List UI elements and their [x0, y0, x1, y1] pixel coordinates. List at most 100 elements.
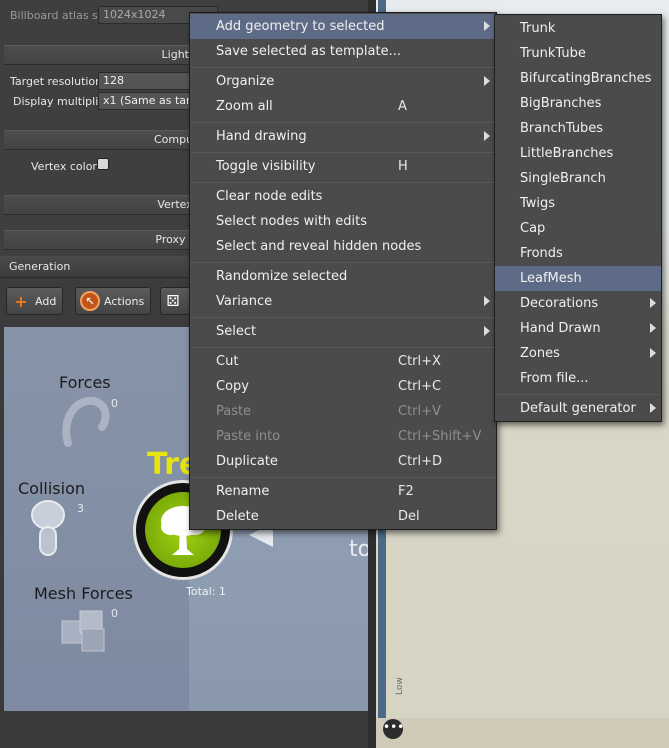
submenu-arrow-icon: [484, 21, 490, 31]
submenu-item-label: Zones: [520, 346, 560, 361]
submenu-item-from-file[interactable]: From file...: [495, 366, 661, 391]
menu-item-save-template[interactable]: Save selected as template...: [190, 39, 496, 64]
menu-item-shortcut: Ctrl+Shift+V: [398, 429, 482, 444]
submenu-item-decorations[interactable]: Decorations: [495, 291, 661, 316]
menu-item-shortcut: Ctrl+V: [398, 404, 441, 419]
submenu-item-little-branches[interactable]: LittleBranches: [495, 141, 661, 166]
magnet-icon[interactable]: [54, 393, 114, 451]
menu-item-label: Variance: [216, 294, 273, 309]
collision-capsule-icon[interactable]: [30, 497, 74, 561]
submenu-item-zones[interactable]: Zones: [495, 341, 661, 366]
collision-node-label: Collision: [18, 479, 86, 498]
actions-button[interactable]: ↖ Actions: [75, 287, 152, 315]
menu-separator: [191, 182, 495, 183]
menu-item-shortcut: Ctrl+D: [398, 454, 443, 469]
submenu-item-leafmesh[interactable]: LeafMesh: [495, 266, 661, 291]
submenu-item-label: LeafMesh: [520, 271, 582, 286]
menu-item-label: Organize: [216, 74, 275, 89]
tree-total-label: Total: 1: [186, 585, 226, 598]
menu-item-add-geometry[interactable]: Add geometry to selected: [190, 14, 496, 39]
submenu-item-label: Cap: [520, 221, 546, 236]
collision-node-count: 3: [77, 502, 84, 515]
menu-item-label: Clear node edits: [216, 189, 323, 204]
menu-item-label: Copy: [216, 379, 249, 394]
add-button-label: Add: [35, 294, 57, 308]
menu-item-label: Zoom all: [216, 99, 273, 114]
menu-item-delete[interactable]: Delete Del: [190, 504, 496, 529]
menu-item-label: Toggle visibility: [216, 159, 316, 174]
menu-item-clear-node-edits[interactable]: Clear node edits: [190, 184, 496, 209]
menu-item-paste: Paste Ctrl+V: [190, 399, 496, 424]
add-button[interactable]: + Add: [6, 287, 64, 315]
menu-item-label: Select and reveal hidden nodes: [216, 239, 422, 254]
submenu-item-default-generator[interactable]: Default generator: [495, 396, 661, 421]
menu-item-select-reveal-hidden[interactable]: Select and reveal hidden nodes: [190, 234, 496, 259]
submenu-item-label: Default generator: [520, 401, 636, 416]
submenu-item-single-branch[interactable]: SingleBranch: [495, 166, 661, 191]
menu-separator: [191, 477, 495, 478]
menu-item-select-nodes-with-edits[interactable]: Select nodes with edits: [190, 209, 496, 234]
submenu-item-label: Hand Drawn: [520, 321, 601, 336]
submenu-arrow-icon: [650, 323, 656, 333]
menu-item-label: Duplicate: [216, 454, 278, 469]
submenu-arrow-icon: [484, 131, 490, 141]
submenu-item-trunk[interactable]: Trunk: [495, 16, 661, 41]
menu-item-shortcut: Ctrl+C: [398, 379, 442, 394]
menu-item-label: Select: [216, 324, 257, 339]
more-options-icon[interactable]: •••: [383, 719, 404, 739]
randomize-button[interactable]: ⚄: [160, 287, 192, 315]
menu-item-label: Delete: [216, 509, 259, 524]
menu-separator: [191, 67, 495, 68]
submenu-item-branch-tubes[interactable]: BranchTubes: [495, 116, 661, 141]
menu-item-duplicate[interactable]: Duplicate Ctrl+D: [190, 449, 496, 474]
submenu-item-fronds[interactable]: Fronds: [495, 241, 661, 266]
mesh-cubes-icon[interactable]: [56, 607, 116, 657]
menu-separator: [191, 262, 495, 263]
submenu-arrow-icon: [484, 326, 490, 336]
mesh-forces-node-label: Mesh Forces: [34, 584, 133, 603]
menu-separator: [191, 122, 495, 123]
submenu-item-label: LittleBranches: [520, 146, 614, 161]
menu-item-shortcut: Del: [398, 509, 420, 524]
menu-item-toggle-visibility[interactable]: Toggle visibility H: [190, 154, 496, 179]
menu-item-hand-drawing[interactable]: Hand drawing: [190, 124, 496, 149]
submenu-item-twigs[interactable]: Twigs: [495, 191, 661, 216]
actions-button-label: Actions: [104, 294, 145, 308]
menu-separator: [496, 394, 660, 395]
submenu-item-label: From file...: [520, 371, 589, 386]
submenu-item-trunktube[interactable]: TrunkTube: [495, 41, 661, 66]
menu-item-cut[interactable]: Cut Ctrl+X: [190, 349, 496, 374]
submenu-arrow-icon: [484, 76, 490, 86]
menu-item-label: Randomize selected: [216, 269, 348, 284]
menu-item-shortcut: Ctrl+X: [398, 354, 441, 369]
vertex-colors-checkbox[interactable]: [97, 158, 109, 170]
submenu-item-cap[interactable]: Cap: [495, 216, 661, 241]
submenu-item-bifurcating-branches[interactable]: BifurcatingBranches: [495, 66, 661, 91]
menu-item-rename[interactable]: Rename F2: [190, 479, 496, 504]
add-geometry-submenu: Trunk TrunkTube BifurcatingBranches BigB…: [494, 14, 662, 422]
menu-item-copy[interactable]: Copy Ctrl+C: [190, 374, 496, 399]
forces-node-label: Forces: [59, 373, 111, 392]
menu-item-paste-into: Paste into Ctrl+Shift+V: [190, 424, 496, 449]
menu-item-label: Rename: [216, 484, 270, 499]
cursor-icon: ↖: [80, 291, 100, 311]
menu-item-organize[interactable]: Organize: [190, 69, 496, 94]
menu-item-randomize-selected[interactable]: Randomize selected: [190, 264, 496, 289]
menu-item-select[interactable]: Select: [190, 319, 496, 344]
vertex-colors-label: Vertex colors: [31, 159, 103, 173]
menu-item-zoom-all[interactable]: Zoom all A: [190, 94, 496, 119]
context-menu: Add geometry to selected Save selected a…: [189, 12, 497, 530]
menu-item-label: Add geometry to selected: [216, 19, 385, 34]
menu-item-label: Paste: [216, 404, 252, 419]
submenu-item-hand-drawn[interactable]: Hand Drawn: [495, 316, 661, 341]
menu-item-variance[interactable]: Variance: [190, 289, 496, 314]
submenu-item-label: BranchTubes: [520, 121, 604, 136]
dice-icon: ⚄: [166, 292, 180, 310]
submenu-item-label: Fronds: [520, 246, 563, 261]
menu-item-shortcut: A: [398, 99, 407, 114]
menu-separator: [191, 317, 495, 318]
submenu-arrow-icon: [650, 403, 656, 413]
menu-separator: [191, 347, 495, 348]
submenu-item-big-branches[interactable]: BigBranches: [495, 91, 661, 116]
display-multiplier-label: Display multiplier: [13, 94, 110, 108]
